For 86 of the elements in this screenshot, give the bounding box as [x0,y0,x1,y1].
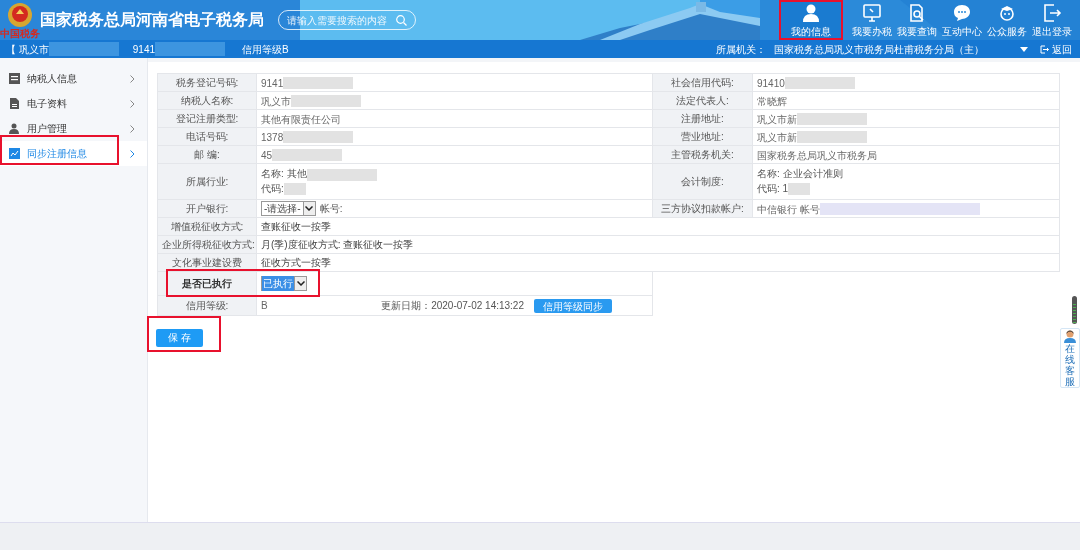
field-value: 代码: [261,182,284,194]
chevron-down-icon [302,202,315,216]
field-value: 国家税务总局巩义市税务局 [757,149,877,161]
update-date: 更新日期：2020-07-02 14:13:22 [381,299,524,313]
nav-tab[interactable]: 我的信息 [779,0,843,40]
field-value: 代码: 1 [757,182,789,194]
field-label: 所属行业: [185,176,229,187]
nav-tab[interactable]: 我要办税 [849,0,894,40]
site-title: 国家税务总局河南省电子税务局 [40,10,264,30]
field-label: 纳税人名称: [180,95,234,106]
status-select[interactable]: 已执行 [261,276,307,291]
dropdown-caret-icon[interactable] [1020,46,1028,52]
chat-bubble-icon [951,3,972,23]
field-value: 1378 [261,131,284,143]
nav-tab[interactable]: 我要查询 [894,0,939,40]
field-value: 名称: 企业会计准则 [757,168,843,180]
chevron-icon [130,124,135,133]
field-value: 巩义市新 [757,131,797,143]
field-value: 常晓辉 [757,95,787,107]
nav-tab[interactable]: 互动中心 [939,0,984,40]
field-label: 主管税务机关: [671,149,734,160]
document-icon [9,98,20,109]
field-value: 月(季)度征收方式: 查账征收一按季 [261,239,414,250]
office-name: 国家税务总局巩义市税务局杜甫税务分局（主） [774,42,984,57]
person-icon [801,3,821,23]
sidebar-item[interactable]: 同步注册信息 [0,141,147,166]
field-label: 企业所得税征收方式: [162,239,255,250]
field-value: 征收方式一按季 [261,257,331,268]
chevron-icon [130,149,135,158]
blurred-area [155,42,226,56]
online-service-button[interactable]: 在线客服 [1060,328,1080,388]
chevron-down-icon [294,277,306,290]
field-value: 45 [261,149,273,161]
nav-tab[interactable]: 退出登录 [1029,0,1074,40]
field-value: 中信银行 帐号 [757,203,820,215]
chart-icon [9,148,20,159]
field-label: 三方协议扣款帐户: [661,203,744,214]
sidebar-item[interactable]: 用户管理 [0,116,147,141]
field-label: 电话号码: [185,131,229,142]
field-value: 9141 [261,77,284,89]
office-label: 所属机关： [716,42,766,57]
field-value: 其他有限责任公司 [261,113,341,125]
company-name: 【 巩义市 [6,42,49,57]
field-value: 名称: 其他 [261,168,307,180]
search-icon [396,14,407,26]
sidebar-item[interactable]: 电子资料 [0,91,147,116]
field-label: 信用等级: [185,300,229,311]
blurred-area [48,42,119,56]
exit-icon [1040,44,1049,54]
sync-credit-button[interactable]: 信用等级同步 [534,298,612,313]
field-label: 增值税征收方式: [170,221,244,232]
field-label: 法定代表人: [676,95,729,106]
field-label: 税务登记号码: [175,77,239,88]
field-label: 社会信用代码: [671,77,734,88]
logout-icon [1041,3,1062,23]
field-value: 查账征收一按季 [261,221,331,232]
field-label: 营业地址: [681,131,724,142]
sidebar-item[interactable]: 纳税人信息 [0,66,147,91]
chevron-icon [130,74,135,83]
chevron-icon [130,99,135,108]
field-label: 登记注册类型: [175,113,239,124]
support-agent-icon [1063,329,1077,343]
emblem-icon [7,1,33,28]
field-value: B [261,299,268,313]
scrollbar-thumb[interactable] [1072,296,1077,324]
save-button[interactable]: 保 存 [156,328,203,347]
tax-id: 9141 [132,42,156,57]
field-label: 邮 编: [194,149,220,160]
field-value: 巩义市 [261,95,291,107]
field-label: 开户银行: [185,203,229,214]
field-label: 注册地址: [681,113,724,124]
nav-tab[interactable]: 公众服务 [984,0,1029,40]
field-label: 会计制度: [681,176,724,187]
monitor-icon [861,3,882,23]
highlight-frame [779,0,843,40]
field-value: 91410 [757,77,785,89]
field-label: 文化事业建设费 [172,257,242,268]
field-value: 巩义市新 [757,113,797,125]
list-icon [9,73,20,84]
credit-level: 信用等级B [242,42,289,57]
logo-text: 中国税务 [0,27,40,39]
back-link[interactable]: 返回 [1040,41,1072,57]
bank-select[interactable]: -请选择- [261,201,316,217]
field-label: 帐号: [319,203,343,215]
field-label: 是否已执行 [182,278,232,289]
user-icon [9,123,20,134]
